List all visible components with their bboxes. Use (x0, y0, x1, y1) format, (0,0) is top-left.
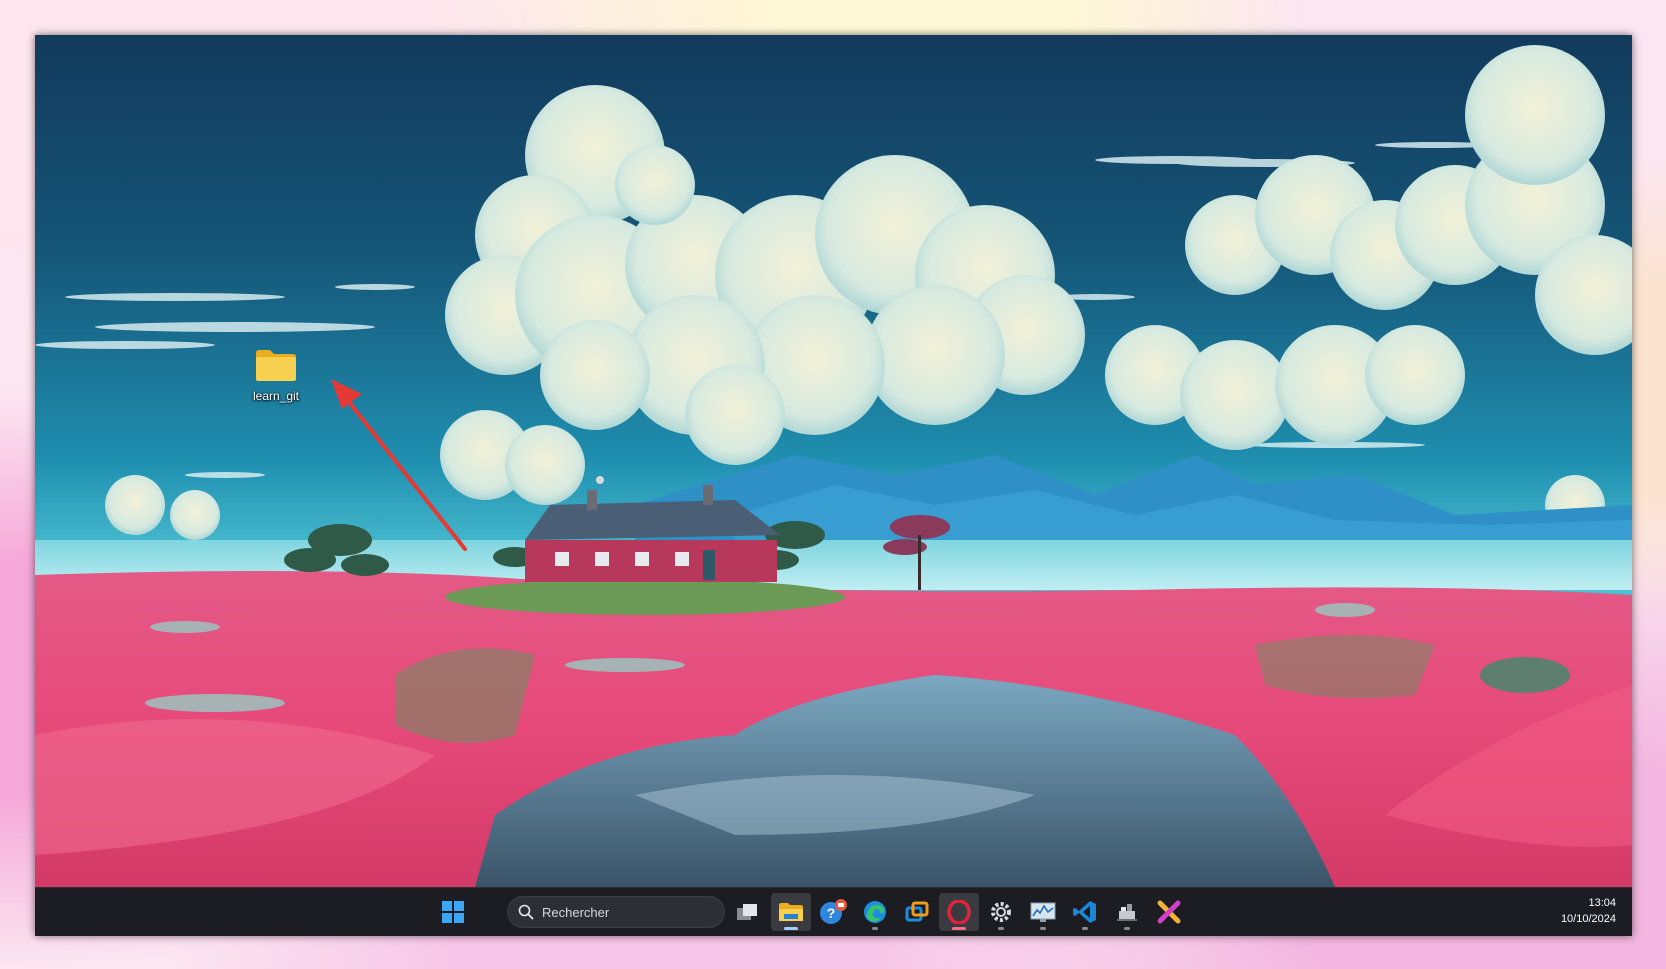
taskbar-file-explorer[interactable] (771, 893, 811, 931)
task-view-button[interactable] (727, 893, 767, 931)
system-clock[interactable]: 13:04 10/10/2024 (1561, 895, 1616, 927)
folder-icon (256, 350, 296, 381)
taskbar-edge[interactable] (855, 893, 895, 931)
docker-icon (1117, 904, 1137, 921)
search-icon (518, 904, 534, 920)
windows-logo-icon (442, 901, 464, 923)
help-icon: ? (820, 899, 847, 924)
taskbar: Rechercher ? 13:04 10/10/2024 (35, 887, 1632, 936)
svg-text:?: ? (827, 905, 836, 921)
active-indicator (784, 927, 798, 930)
gear-icon (991, 902, 1011, 922)
xmind-icon (1157, 900, 1181, 924)
search-placeholder: Rechercher (542, 904, 610, 920)
folder-icon (779, 903, 803, 921)
running-indicator (1040, 927, 1046, 930)
active-indicator (952, 927, 966, 930)
taskbar-remote-desktop[interactable] (897, 893, 937, 931)
desktop-screen: learn_git Rechercher ? 13:04 10/10/2024 (35, 35, 1632, 936)
running-indicator (998, 927, 1004, 930)
wallpaper (35, 35, 1632, 887)
taskbar-settings[interactable] (981, 893, 1021, 931)
clock-date: 10/10/2024 (1560, 913, 1616, 925)
running-indicator (1082, 927, 1088, 930)
opera-icon (947, 900, 971, 924)
taskbar-vscode[interactable] (1065, 893, 1105, 931)
taskbar-search-box[interactable]: Rechercher (507, 896, 725, 928)
remote-desktop-icon (905, 901, 929, 922)
edge-icon (864, 901, 886, 923)
clock-time: 13:04 (1588, 897, 1616, 909)
taskbar-xmind[interactable] (1149, 893, 1189, 931)
vscode-icon (1073, 901, 1096, 923)
taskbar-opera[interactable] (939, 893, 979, 931)
running-indicator (872, 927, 878, 930)
taskbar-resource-monitor[interactable] (1023, 893, 1063, 931)
taskbar-get-help[interactable]: ? (813, 893, 853, 931)
desktop-icon-label: learn_git (252, 389, 300, 403)
task-view-icon (737, 904, 757, 920)
running-indicator (1124, 927, 1130, 930)
desktop-folder-learn-git[interactable]: learn_git (243, 348, 309, 403)
start-button[interactable] (433, 893, 473, 931)
taskbar-docker[interactable] (1107, 893, 1147, 931)
monitor-chart-icon (1030, 902, 1056, 922)
